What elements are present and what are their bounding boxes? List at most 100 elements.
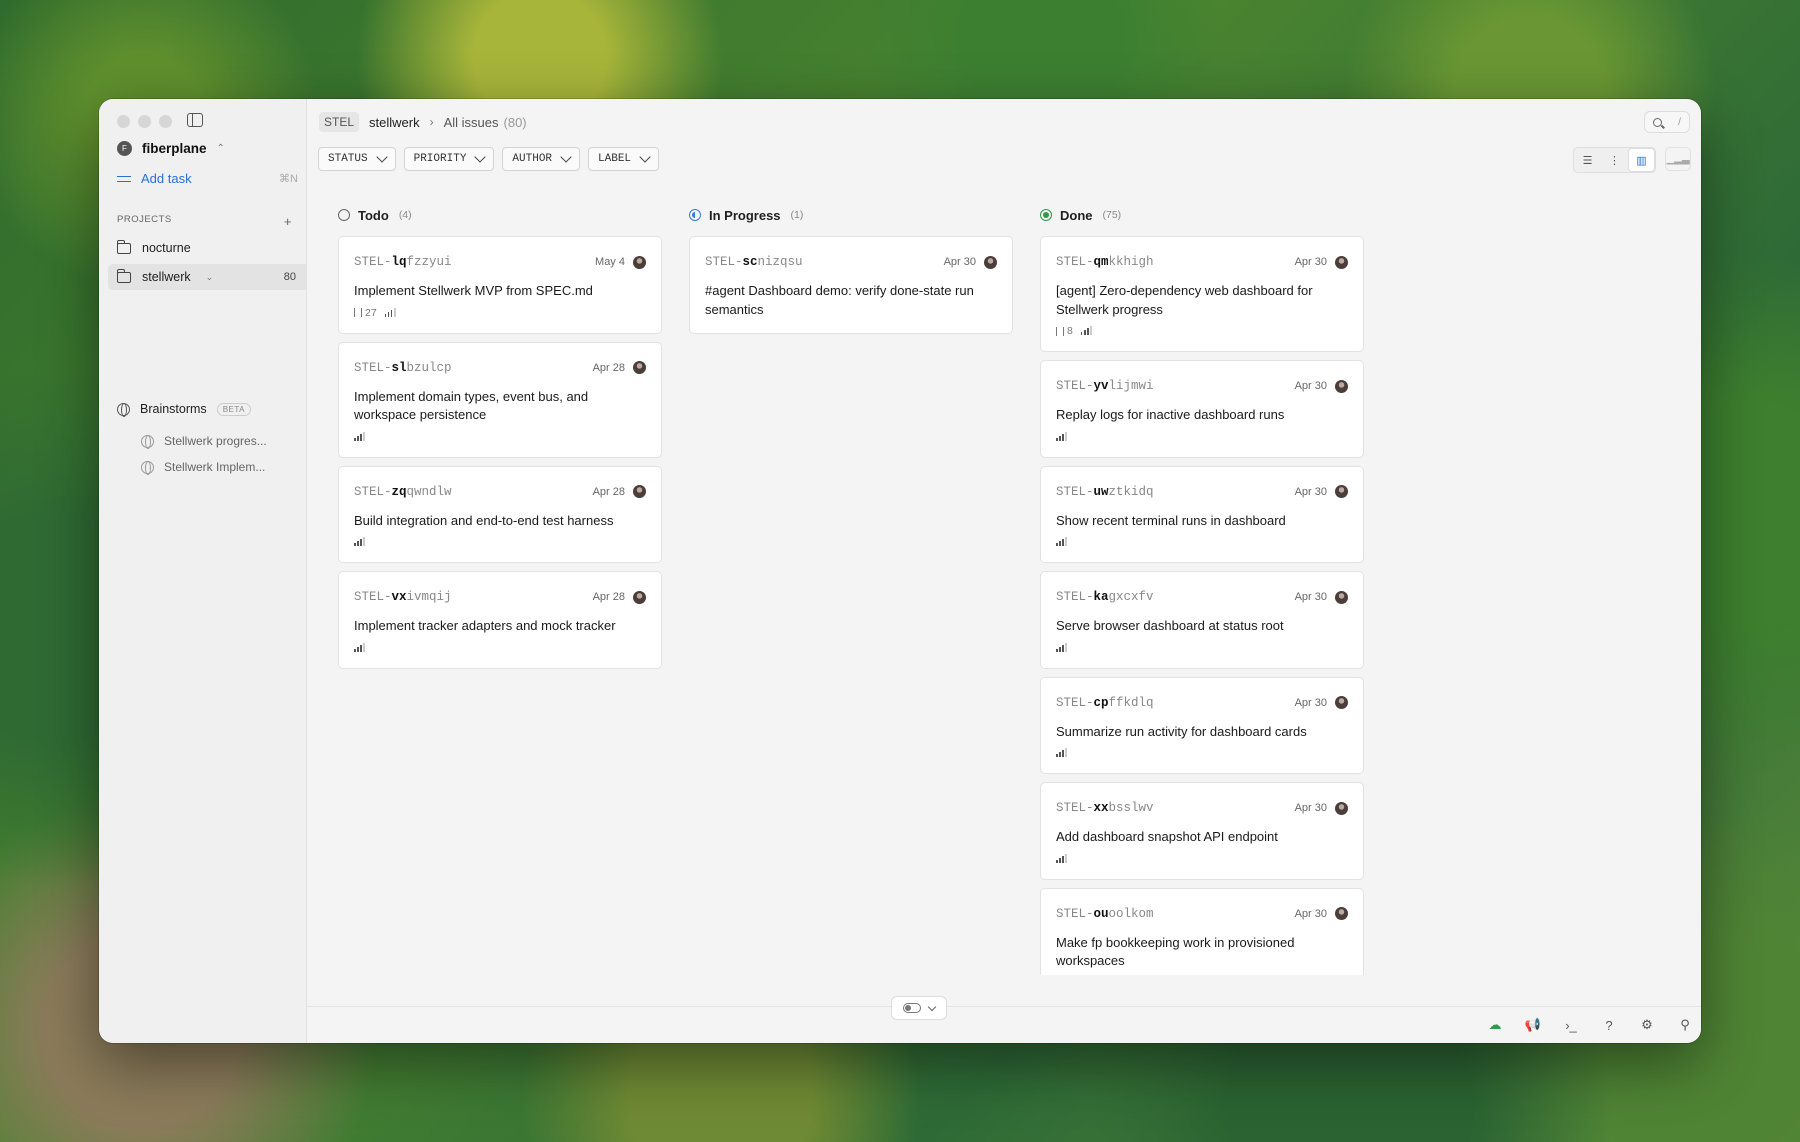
filter-label: PRIORITY xyxy=(413,153,467,165)
issue-id-rest: bzulcp xyxy=(406,360,452,375)
brainstorm-item-label: Stellwerk Implem... xyxy=(164,460,266,474)
brainstorm-item[interactable]: Stellwerk Implem... xyxy=(141,460,266,475)
column-progress: In Progress (1) STEL-scnizqsu Apr 30 #ag… xyxy=(689,205,1013,975)
beta-badge: BETA xyxy=(216,402,251,416)
card-meta xyxy=(354,431,646,443)
card-meta xyxy=(1056,747,1348,759)
project-name: stellwerk xyxy=(142,270,191,284)
mode-toggle[interactable] xyxy=(891,996,947,1020)
chevron-updown-icon: ⌃ xyxy=(216,143,225,154)
issue-id-prefix: STEL- xyxy=(705,255,743,269)
author-avatar xyxy=(1335,485,1348,498)
issue-id: STEL-xxbsslwv xyxy=(1056,801,1154,815)
card-meta: 8 xyxy=(1056,325,1348,337)
issue-id-key: ka xyxy=(1093,590,1109,604)
issue-card[interactable]: STEL-zqqwndlw Apr 28 Build integration a… xyxy=(338,465,662,563)
issue-card[interactable]: STEL-uwztkidq Apr 30 Show recent termina… xyxy=(1040,465,1364,563)
breadcrumb-project[interactable]: stellwerk xyxy=(369,115,420,130)
issue-title: Build integration and end-to-end test ha… xyxy=(354,512,614,528)
issue-title: Summarize run activity for dashboard car… xyxy=(1056,723,1307,739)
workspace-switcher[interactable]: F fiberplane ⌃ xyxy=(117,141,225,156)
settings-gear-icon[interactable]: ⚙ xyxy=(1639,1017,1655,1033)
issue-id-key: uw xyxy=(1093,484,1109,499)
toggle-icon xyxy=(903,1003,921,1013)
issue-card[interactable]: STEL-kagxcxfv Apr 30 Serve browser dashb… xyxy=(1040,571,1364,669)
tools-icon[interactable]: ⚲ xyxy=(1677,1017,1693,1033)
sidebar-item-brainstorms[interactable]: Brainstorms BETA xyxy=(117,402,251,417)
issue-id-key: lq xyxy=(391,255,407,269)
issue-card[interactable]: STEL-yvlijmwi Apr 30 Replay logs for ina… xyxy=(1040,360,1364,458)
priority-icon xyxy=(354,431,365,441)
issue-id-rest: bsslwv xyxy=(1108,801,1154,815)
add-project-icon[interactable]: + xyxy=(284,214,292,229)
sidebar: F fiberplane ⌃ Add task ⌘N PROJECTS + no… xyxy=(99,99,307,1043)
issue-id: STEL-uwztkidq xyxy=(1056,485,1154,499)
pull-request-count: 8 xyxy=(1056,325,1073,337)
issue-date: Apr 28 xyxy=(592,485,625,498)
announcement-icon[interactable]: 📢 xyxy=(1525,1017,1541,1033)
issue-id-prefix: STEL- xyxy=(1056,695,1094,710)
filter-label: LABEL xyxy=(598,153,632,165)
footer-bar: ☁ 📢 ›_ ? ⚙ ⚲ xyxy=(307,996,1701,1043)
terminal-icon[interactable]: ›_ xyxy=(1563,1017,1579,1033)
issue-title: Replay logs for inactive dashboard runs xyxy=(1056,407,1285,422)
column-count: (75) xyxy=(1102,209,1122,221)
issue-card[interactable]: STEL-lqfzzyui May 4 Implement Stellwerk … xyxy=(338,236,662,334)
help-icon[interactable]: ? xyxy=(1601,1017,1617,1033)
sidebar-item-nocturne[interactable]: nocturne xyxy=(108,235,306,261)
brainstorm-item[interactable]: Stellwerk progres... xyxy=(141,434,267,449)
filter-status[interactable]: STATUS xyxy=(318,147,396,171)
issue-id-key: ou xyxy=(1093,906,1109,921)
issue-id-key: qm xyxy=(1093,255,1109,269)
issue-date: Apr 30 xyxy=(1294,907,1327,920)
add-task-shortcut: ⌘N xyxy=(279,173,298,185)
issue-id-rest: gxcxfv xyxy=(1108,590,1154,604)
issue-card[interactable]: STEL-scnizqsu Apr 30 #agent Dashboard de… xyxy=(689,236,1013,334)
filter-author[interactable]: AUTHOR xyxy=(502,147,581,171)
issue-id-prefix: STEL- xyxy=(354,484,392,499)
breadcrumb-view: All issues xyxy=(443,114,499,130)
issue-card[interactable]: STEL-slbzulcp Apr 28 Implement domain ty… xyxy=(338,341,662,458)
author-avatar xyxy=(984,255,997,269)
issue-id: STEL-qmkkhigh xyxy=(1056,255,1154,269)
issue-id-prefix: STEL- xyxy=(1056,906,1094,921)
issue-card[interactable]: STEL-cpffkdlq Apr 30 Summarize run activ… xyxy=(1040,676,1364,774)
window-controls xyxy=(117,115,172,128)
issue-card[interactable]: STEL-vxivmqij Apr 28 Implement tracker a… xyxy=(338,571,662,669)
close-window-button[interactable] xyxy=(117,115,130,128)
board-view-icon[interactable]: ▥ xyxy=(1628,148,1655,172)
sync-cloud-icon[interactable]: ☁ xyxy=(1487,1017,1503,1033)
issue-id: STEL-scnizqsu xyxy=(705,255,803,269)
zoom-window-button[interactable] xyxy=(159,115,172,128)
issue-id-rest: ztkidq xyxy=(1108,484,1154,499)
chevron-down-icon[interactable]: ⌄ xyxy=(206,272,214,283)
issue-date: Apr 30 xyxy=(1294,696,1327,709)
card-header: STEL-qmkkhigh Apr 30 xyxy=(1056,254,1348,270)
issue-date: Apr 30 xyxy=(1294,380,1327,392)
column-title: Done xyxy=(1060,207,1093,223)
add-task-button[interactable]: Add task ⌘N xyxy=(117,171,298,186)
search-button[interactable]: / xyxy=(1644,111,1690,133)
filter-label[interactable]: LABEL xyxy=(588,147,660,171)
issue-id-prefix: STEL- xyxy=(1056,590,1094,604)
issue-id-key: zq xyxy=(391,484,407,499)
issue-id-rest: nizqsu xyxy=(757,255,803,269)
issue-card[interactable]: STEL-qmkkhigh Apr 30 [agent] Zero-depend… xyxy=(1040,236,1364,352)
card-meta xyxy=(1056,431,1348,443)
sidebar-toggle-icon[interactable] xyxy=(187,113,203,127)
card-header: STEL-ouoolkom Apr 30 xyxy=(1056,906,1348,922)
sidebar-item-stellwerk[interactable]: stellwerk ⌄ 80 xyxy=(108,264,306,290)
issue-card[interactable]: STEL-xxbsslwv Apr 30 Add dashboard snaps… xyxy=(1040,782,1364,880)
issue-title: Add dashboard snapshot API endpoint xyxy=(1056,829,1278,844)
list-view-icon[interactable]: ☰ xyxy=(1574,148,1601,172)
tree-view-icon[interactable]: ⋮ xyxy=(1601,148,1628,172)
priority-view-icon[interactable]: ▁▂▃ xyxy=(1665,147,1691,171)
breadcrumb-project-key[interactable]: STEL xyxy=(319,112,360,132)
author-avatar xyxy=(1335,801,1348,815)
minimize-window-button[interactable] xyxy=(138,115,151,128)
issue-title: Implement Stellwerk MVP from SPEC.md xyxy=(354,283,593,298)
issue-id-rest: ffkdlq xyxy=(1108,695,1154,710)
issue-card[interactable]: STEL-ouoolkom Apr 30 Make fp bookkeeping… xyxy=(1040,887,1364,975)
filter-priority[interactable]: PRIORITY xyxy=(403,147,495,171)
column-todo: Todo (4) STEL-lqfzzyui May 4 Implement S… xyxy=(338,205,662,975)
